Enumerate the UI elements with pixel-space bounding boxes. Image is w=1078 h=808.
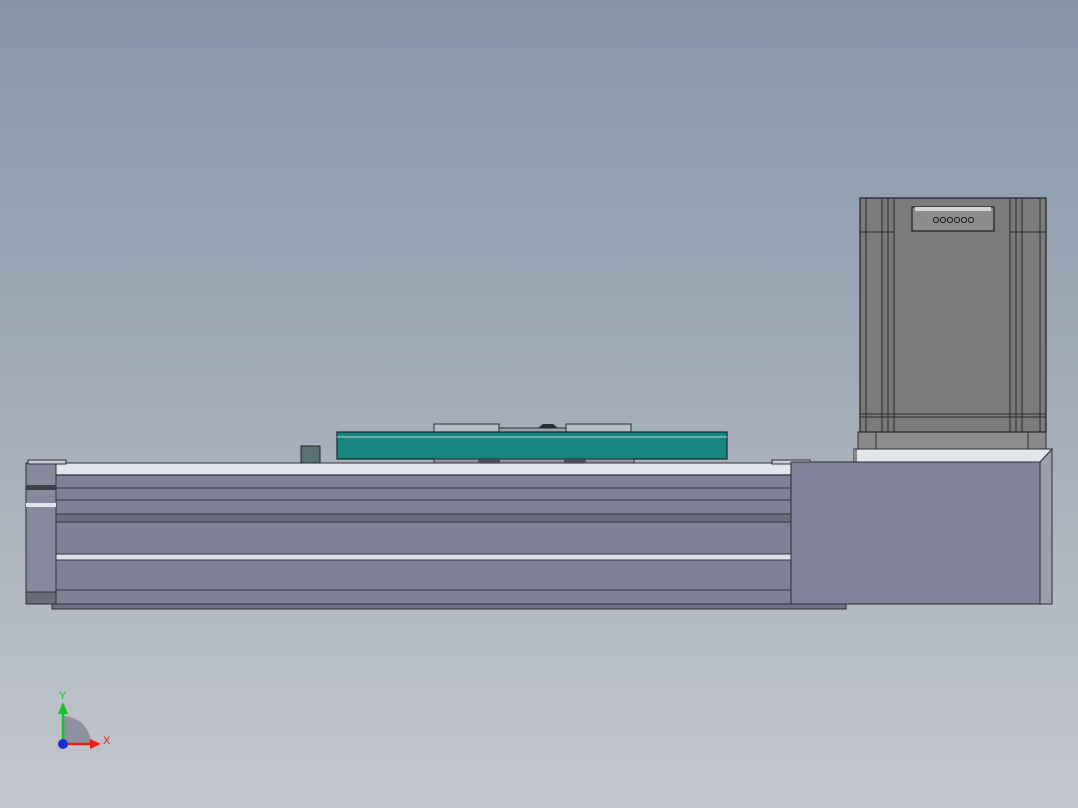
cad-viewport[interactable]: Y X	[0, 0, 1078, 808]
motor-housing[interactable]	[790, 447, 1054, 605]
x-axis-label: X	[103, 735, 111, 747]
x-axis-arrow-icon	[90, 739, 101, 749]
y-axis-label: Y	[59, 690, 67, 702]
stepper-motor[interactable]	[857, 197, 1047, 450]
coordinate-triad: Y X	[58, 690, 111, 749]
carriage[interactable]	[336, 423, 728, 464]
linear-actuator-model[interactable]: Y X	[0, 0, 1078, 808]
limit-sensor[interactable]	[300, 445, 321, 464]
motor-connector[interactable]	[911, 206, 995, 232]
rail-body[interactable]	[25, 459, 847, 610]
z-axis-origin-icon	[58, 739, 68, 749]
y-axis-arrow-icon	[58, 702, 68, 714]
triad-xy-plane-icon	[63, 716, 91, 744]
